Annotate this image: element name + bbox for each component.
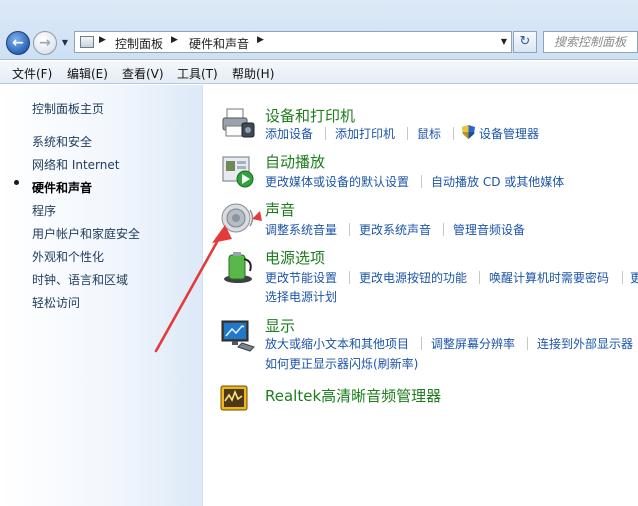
speaker-icon[interactable] [220, 200, 256, 236]
link-separator [349, 271, 350, 284]
change-default-media-link[interactable]: 更改媒体或设备的默认设置 [265, 173, 409, 190]
link-separator [622, 271, 623, 284]
forward-arrow-icon[interactable]: → [33, 31, 57, 55]
link-separator [407, 127, 408, 140]
menu-edit[interactable]: 编辑(E) [67, 65, 108, 82]
sidebar-item-hardware-sound: 硬件和声音 [32, 181, 93, 195]
link-separator [443, 223, 444, 236]
display-title[interactable]: 显示 [265, 315, 295, 336]
breadcrumb-chevron-icon[interactable]: ▶ [171, 35, 178, 45]
breadcrumb-chevron-icon[interactable]: ▶ [99, 35, 106, 45]
add-device-link[interactable]: 添加设备 [265, 125, 313, 142]
change-system-sounds-link[interactable]: 更改系统声音 [359, 221, 431, 238]
link-separator [421, 175, 422, 188]
menu-bar: 文件(F) 编辑(E) 查看(V) 工具(T) 帮助(H) [0, 61, 638, 84]
sidebar-item-system-security[interactable]: 系统和安全 [32, 133, 92, 150]
sidebar-item-network[interactable]: 网络和 Internet [32, 156, 119, 173]
realtek-title[interactable]: Realtek高清晰音频管理器 [265, 385, 441, 406]
device-manager-link[interactable]: 设备管理器 [479, 125, 539, 142]
menu-help[interactable]: 帮助(H) [232, 65, 274, 82]
breadcrumb-control-panel[interactable]: 控制面板 [115, 35, 163, 52]
autoplay-title[interactable]: 自动播放 [265, 151, 325, 172]
battery-icon[interactable] [220, 249, 256, 285]
require-password-wake-link[interactable]: 唤醒计算机时需要密码 [489, 269, 609, 286]
choose-power-plan-link[interactable]: 选择电源计划 [265, 288, 337, 305]
sidebar-item-user-accounts[interactable]: 用户帐户和家庭安全 [32, 225, 140, 242]
realtek-icon[interactable] [220, 385, 250, 413]
link-separator [325, 127, 326, 140]
sidebar: 控制面板主页 系统和安全 网络和 Internet 硬件和声音 程序 用户帐户和… [0, 85, 203, 506]
monitor-icon[interactable] [220, 317, 256, 353]
search-input[interactable]: 搜索控制面板 [543, 31, 638, 53]
change-power-saving-link[interactable]: 更改节能设置 [265, 269, 337, 286]
link-separator [527, 337, 528, 350]
sidebar-item-clock-region[interactable]: 时钟、语言和区域 [32, 271, 128, 288]
control-panel-location-icon [80, 36, 94, 48]
power-options-title[interactable]: 电源选项 [265, 247, 325, 268]
add-printer-link[interactable]: 添加打印机 [335, 125, 395, 142]
make-text-larger-link[interactable]: 放大或缩小文本和其他项目 [265, 335, 409, 352]
menu-file[interactable]: 文件(F) [12, 65, 52, 82]
power-more-link[interactable]: 更 [630, 269, 638, 286]
sidebar-item-home[interactable]: 控制面板主页 [32, 100, 104, 117]
adjust-volume-link[interactable]: 调整系统音量 [265, 221, 337, 238]
link-separator [453, 127, 454, 140]
current-section-bullet [14, 180, 19, 185]
uac-shield-icon [462, 125, 475, 139]
menu-view[interactable]: 查看(V) [122, 65, 164, 82]
link-separator [421, 337, 422, 350]
autoplay-icon[interactable] [220, 153, 256, 189]
printer-icon[interactable] [220, 105, 256, 141]
connect-external-display-link[interactable]: 连接到外部显示器 [537, 335, 633, 352]
sound-title[interactable]: 声音 [265, 199, 295, 220]
autoplay-cd-link[interactable]: 自动播放 CD 或其他媒体 [431, 173, 564, 190]
power-button-function-link[interactable]: 更改电源按钮的功能 [359, 269, 467, 286]
sidebar-item-appearance[interactable]: 外观和个性化 [32, 248, 104, 265]
fix-monitor-flicker-link[interactable]: 如何更正显示器闪烁(刷新率) [265, 355, 418, 372]
refresh-icon[interactable]: ↻ [513, 31, 537, 53]
sidebar-item-ease-of-access[interactable]: 轻松访问 [32, 294, 80, 311]
back-arrow-icon[interactable]: ← [6, 31, 30, 55]
breadcrumb[interactable]: ▶ 控制面板 ▶ 硬件和声音 ▶ ▼ [74, 31, 512, 53]
devices-printers-title[interactable]: 设备和打印机 [265, 105, 355, 126]
mouse-link[interactable]: 鼠标 [417, 125, 441, 142]
main-content: 设备和打印机 添加设备 添加打印机 鼠标 设备管理器 自动播放 更改媒体或设备的… [204, 85, 638, 506]
address-bar: ← → ▼ ▶ 控制面板 ▶ 硬件和声音 ▶ ▼ ↻ 搜索控制面板 [0, 0, 638, 60]
link-separator [479, 271, 480, 284]
menu-tools[interactable]: 工具(T) [177, 65, 218, 82]
breadcrumb-chevron-icon[interactable]: ▶ [257, 35, 264, 45]
link-separator [349, 223, 350, 236]
sidebar-item-programs[interactable]: 程序 [32, 202, 56, 219]
breadcrumb-hardware-sound[interactable]: 硬件和声音 [189, 35, 249, 52]
adjust-resolution-link[interactable]: 调整屏幕分辨率 [431, 335, 515, 352]
manage-audio-devices-link[interactable]: 管理音频设备 [453, 221, 525, 238]
recent-pages-dropdown-icon[interactable]: ▼ [60, 38, 70, 48]
address-dropdown-icon[interactable]: ▼ [501, 37, 507, 46]
